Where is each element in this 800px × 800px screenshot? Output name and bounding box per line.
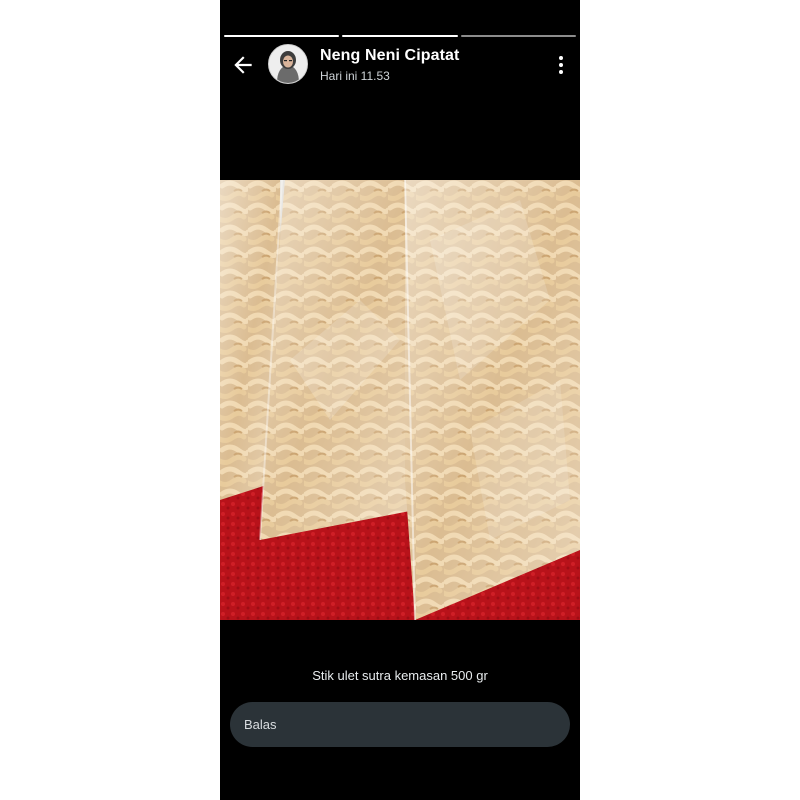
avatar[interactable] bbox=[268, 44, 308, 84]
status-timestamp: Hari ini 11.53 bbox=[320, 69, 390, 83]
back-button[interactable] bbox=[230, 52, 256, 78]
contact-name[interactable]: Neng Neni Cipatat bbox=[320, 47, 460, 65]
status-viewer: Neng Neni Cipatat Hari ini 11.53 Stik ul… bbox=[220, 0, 580, 800]
profile-photo-icon bbox=[269, 45, 307, 83]
story-caption: Stik ulet sutra kemasan 500 gr bbox=[312, 668, 488, 683]
arrow-left-icon bbox=[234, 56, 252, 74]
progress-segment bbox=[342, 35, 458, 37]
story-progress-bar bbox=[224, 35, 576, 38]
progress-segment bbox=[224, 35, 340, 37]
reply-placeholder: Balas bbox=[244, 717, 277, 732]
reply-input[interactable]: Balas bbox=[230, 702, 570, 747]
more-options-button[interactable] bbox=[556, 54, 566, 76]
story-image bbox=[220, 180, 580, 620]
more-vertical-icon bbox=[559, 56, 563, 74]
progress-segment bbox=[460, 35, 576, 37]
status-header: Neng Neni Cipatat Hari ini 11.53 bbox=[220, 40, 580, 90]
